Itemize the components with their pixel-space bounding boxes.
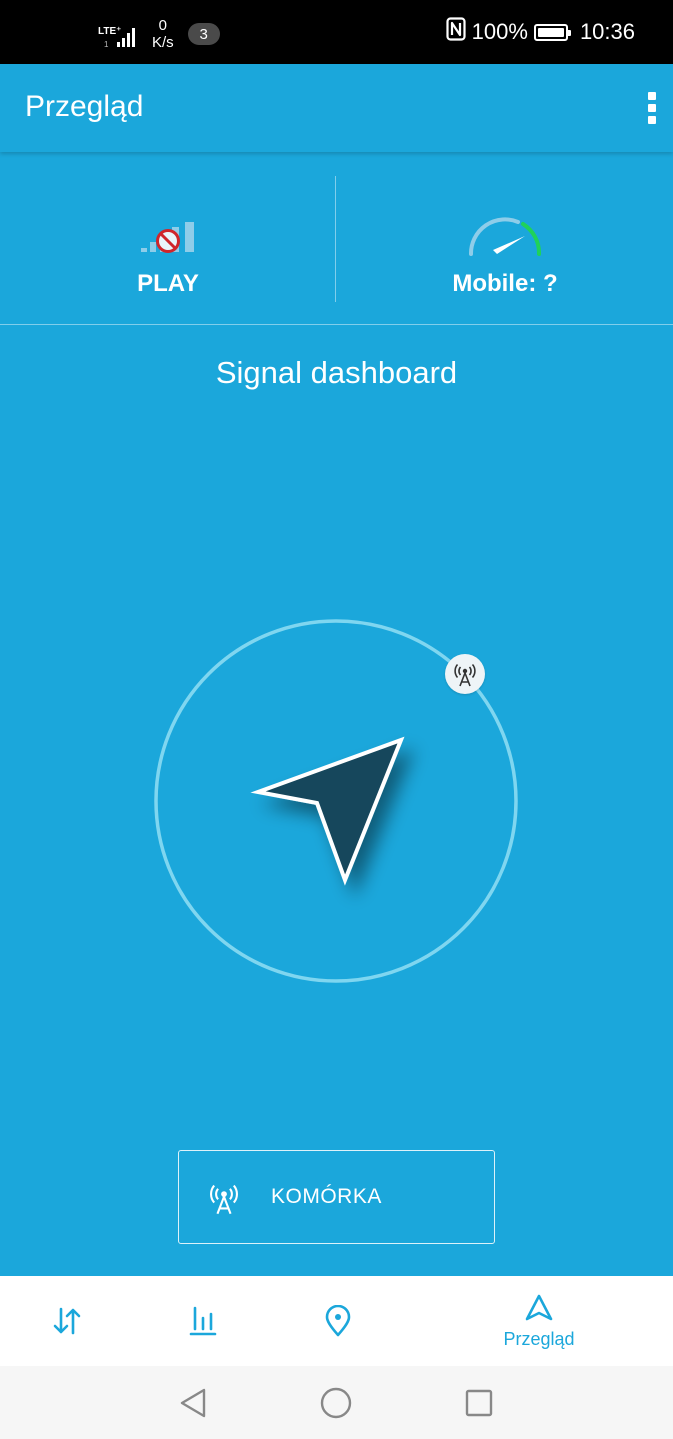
- lte-signal-icon: LTE⁺ 1: [96, 16, 142, 52]
- status-left: LTE⁺ 1 0 K/s 3: [96, 14, 220, 54]
- no-signal-icon: [138, 214, 198, 259]
- status-right: 100% 10:36: [446, 17, 635, 47]
- overflow-dot: [648, 116, 656, 124]
- info-divider: [335, 176, 336, 302]
- operator-cell[interactable]: PLAY: [0, 152, 336, 324]
- back-button[interactable]: [174, 1384, 212, 1422]
- overflow-menu-button[interactable]: [643, 88, 661, 128]
- overflow-dot: [648, 104, 656, 112]
- notification-count-badge: 3: [187, 23, 220, 45]
- nav-item-map[interactable]: [307, 1276, 369, 1366]
- nav-item-stats[interactable]: [172, 1276, 234, 1366]
- navigation-icon: [525, 1294, 553, 1320]
- nav-item-overview[interactable]: Przegląd: [488, 1276, 590, 1366]
- dashboard-title: Signal dashboard: [215, 355, 458, 390]
- bottom-navigation: Przegląd: [0, 1276, 673, 1366]
- nav-item-transfer[interactable]: [36, 1276, 98, 1366]
- page-title: Przegląd: [25, 90, 144, 123]
- app-bar: Przegląd: [0, 64, 673, 152]
- info-header: PLAY Mobile: ?: [0, 152, 673, 325]
- battery-icon: [533, 23, 571, 41]
- battery-fill: [537, 27, 564, 37]
- connection-cell[interactable]: Mobile: ?: [337, 152, 673, 324]
- overflow-menu-icon: [648, 92, 656, 100]
- back-triangle-icon: [180, 1388, 206, 1418]
- cell-button-label: KOMÓRKA: [271, 1185, 382, 1208]
- speedometer-icon: [463, 212, 547, 263]
- bar-chart-icon: [189, 1306, 217, 1336]
- nav-item-overview-label: Przegląd: [503, 1328, 575, 1349]
- cell-info-button[interactable]: KOMÓRKA: [178, 1150, 495, 1244]
- status-bar: LTE⁺ 1 0 K/s 3 100% 10:36: [0, 0, 673, 64]
- cell-tower-icon: [207, 1181, 241, 1218]
- speed-value: 0: [158, 17, 168, 34]
- battery-percent: 100%: [471, 19, 528, 44]
- speed-unit: K/s: [152, 34, 174, 51]
- nfc-icon: [446, 17, 466, 47]
- home-circle-icon: [320, 1387, 352, 1419]
- network-speed: 0 K/s: [152, 17, 174, 51]
- operator-label: PLAY: [137, 270, 199, 297]
- cell-tower-icon: [454, 663, 476, 687]
- recents-square-icon: [465, 1389, 493, 1417]
- system-navigation: [0, 1366, 673, 1439]
- navigation-arrow-icon: [250, 736, 405, 886]
- transfer-arrows-icon: [53, 1307, 81, 1335]
- recents-button[interactable]: [460, 1384, 498, 1422]
- tower-position-marker[interactable]: [445, 654, 485, 694]
- home-button[interactable]: [317, 1384, 355, 1422]
- map-pin-icon: [325, 1305, 351, 1337]
- connection-label: Mobile: ?: [452, 270, 558, 297]
- clock: 10:36: [579, 19, 635, 44]
